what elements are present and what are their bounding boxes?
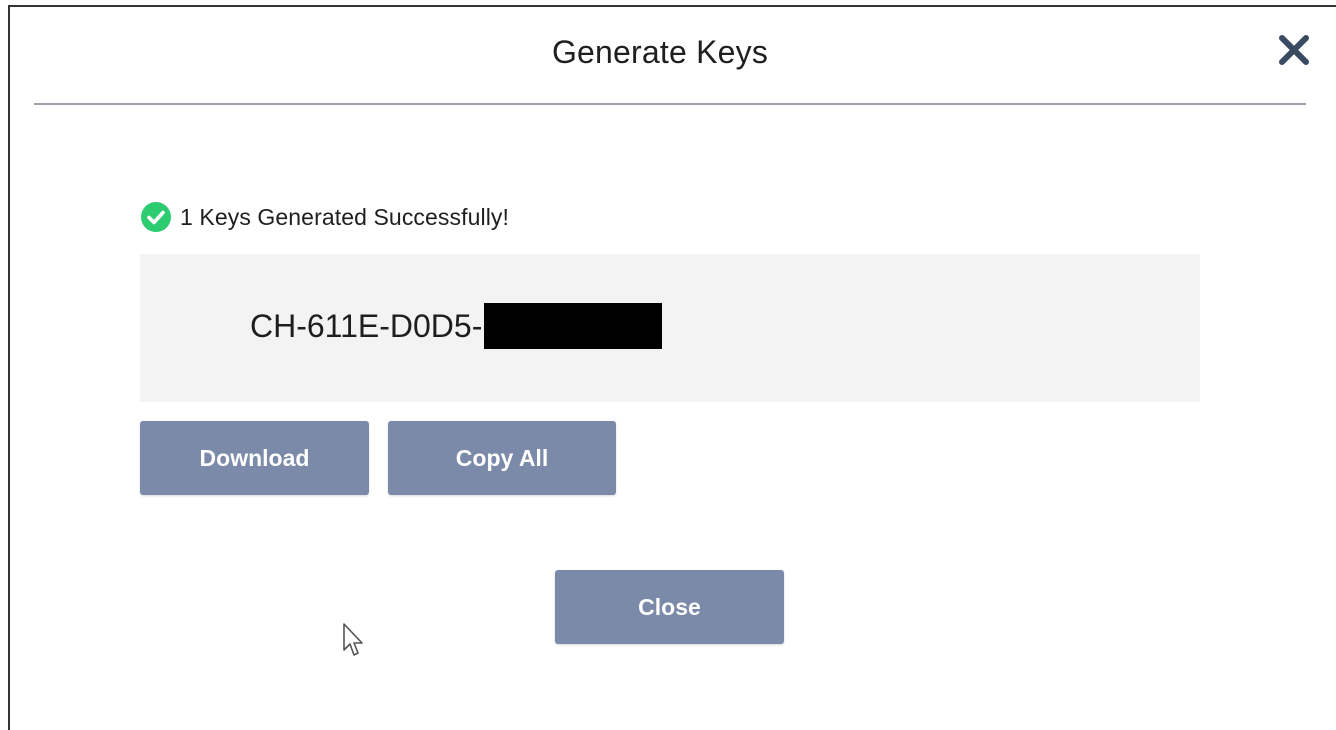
window-edge-left: [8, 5, 10, 730]
header-divider: [34, 103, 1306, 105]
dialog-header: Generate Keys: [34, 10, 1309, 104]
success-message: 1 Keys Generated Successfully!: [140, 200, 509, 234]
dialog-title: Generate Keys: [551, 34, 769, 70]
generate-keys-dialog: Generate Keys 1 Keys Generated Successfu…: [0, 0, 1336, 730]
copy-all-button[interactable]: Copy All: [388, 421, 616, 495]
close-button[interactable]: Close: [555, 570, 784, 644]
key-value: CH-611E-D0D5-: [250, 307, 483, 344]
generated-keys-box: CH-611E-D0D5-: [140, 254, 1200, 402]
mouse-pointer-icon: [342, 622, 364, 658]
close-x-icon[interactable]: [1274, 30, 1314, 70]
check-circle-icon: [140, 201, 172, 233]
redacted-key-suffix: [484, 303, 663, 349]
download-button[interactable]: Download: [140, 421, 369, 495]
window-edge-top: [8, 5, 1336, 7]
success-text: 1 Keys Generated Successfully!: [180, 203, 509, 230]
key-entry: CH-611E-D0D5-: [250, 303, 663, 349]
close-x-icon-graphic: [1279, 35, 1309, 65]
